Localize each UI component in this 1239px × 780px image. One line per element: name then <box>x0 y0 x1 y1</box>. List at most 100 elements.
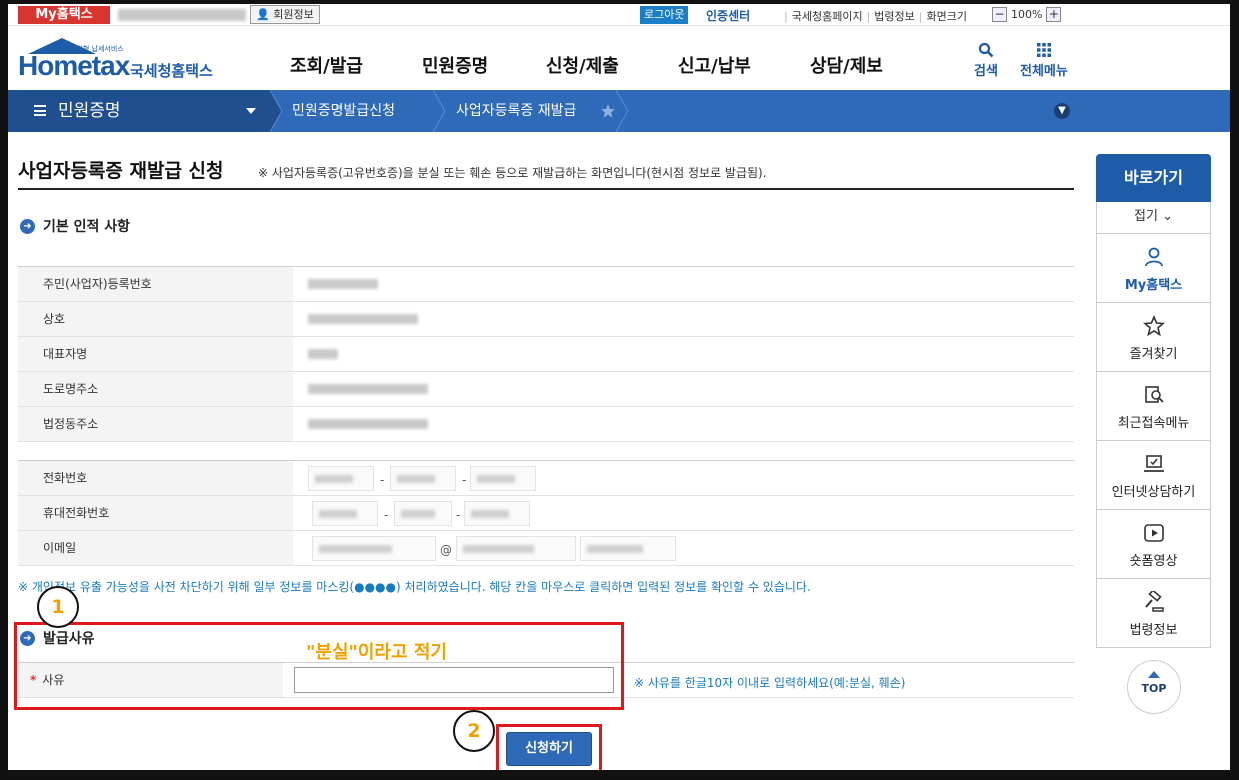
law-info-link[interactable]: 법령정보 <box>874 10 914 23</box>
annotation-step-1: 1 <box>37 586 79 628</box>
utility-links: | 국세청홈페이지 | 법령정보 | 화면크기 <box>784 10 967 23</box>
table-row: 도로명주소 <box>18 372 1074 407</box>
phone-part-3[interactable] <box>470 466 536 491</box>
gnb-consulting[interactable]: 상담/제보 <box>810 52 883 78</box>
table-row: 이메일 @ <box>18 531 1074 566</box>
logo-korean: 국세청홈택스 <box>130 62 213 80</box>
user-icon <box>1144 247 1163 267</box>
mobile-part-2[interactable] <box>394 501 452 526</box>
masked-value[interactable] <box>308 419 428 429</box>
mobile-part-3[interactable] <box>464 501 530 526</box>
chevron-down-icon: ⌄ <box>1162 209 1173 224</box>
email-domain-select[interactable] <box>580 536 676 561</box>
dash-separator: - <box>384 508 389 522</box>
zoom-level: 100% <box>1011 8 1043 21</box>
my-hometax-badge[interactable]: My홈택스 <box>18 6 110 24</box>
quick-recent-menu[interactable]: 최근접속메뉴 <box>1096 372 1211 441</box>
all-menu-button[interactable]: 전체메뉴 <box>1020 42 1068 79</box>
search-icon <box>978 42 994 58</box>
cert-center-link[interactable]: 인증센터 <box>706 7 750 24</box>
zoom-control: − 100% + <box>992 7 1062 22</box>
recent-search-icon <box>1144 386 1164 403</box>
browser-page: My홈택스 👤 회원정보 로그아웃 인증센터 | 국세청홈페이지 | 법령정보 | 화면크… <box>8 4 1230 770</box>
logo-wordmark: Hometax <box>18 50 130 81</box>
page-title: 사업자등록증 재발급 신청 <box>18 160 224 182</box>
breadcrumb-certificate-issue[interactable]: 민원증명발급신청 <box>292 90 395 132</box>
table-row: 대표자명 <box>18 337 1074 372</box>
quick-menu-title: 바로가기 <box>1096 154 1211 202</box>
fold-label: 접기 <box>1134 209 1158 224</box>
gnb-report-payment[interactable]: 신고/납부 <box>678 52 751 78</box>
row-label: 법정동주소 <box>18 407 293 441</box>
quick-item-label: 인터넷상담하기 <box>1111 485 1196 500</box>
play-icon <box>1143 524 1164 542</box>
gavel-icon <box>1144 591 1164 612</box>
gnb-certificates[interactable]: 민원증명 <box>422 52 488 78</box>
quick-item-label: 법령정보 <box>1129 623 1178 638</box>
masked-value[interactable] <box>308 384 428 394</box>
gnb-application[interactable]: 신청/제출 <box>546 52 619 78</box>
quick-internet-consult[interactable]: 인터넷상담하기 <box>1096 441 1211 510</box>
reason-hint: ※ 사유를 한글10자 이내로 입력하세요(예:분실, 훼손) <box>634 676 906 690</box>
nav-expand-icon[interactable]: ▼ <box>1054 103 1070 119</box>
masked-value[interactable] <box>308 314 418 324</box>
breadcrumb-separator-icon <box>270 90 283 132</box>
gnb-inquiry[interactable]: 조회/발급 <box>290 52 363 78</box>
phone-part-1[interactable] <box>308 466 374 491</box>
arrow-circle-icon: ➜ <box>20 218 35 234</box>
row-label: 이메일 <box>18 531 293 565</box>
zoom-out-button[interactable]: − <box>992 7 1007 22</box>
table-row: 전화번호 - - <box>18 461 1074 496</box>
annotation-box-reason <box>14 622 624 710</box>
grid-menu-icon <box>1036 43 1051 57</box>
masked-user-name <box>118 9 246 21</box>
table-row: 휴대전화번호 - - <box>18 496 1074 531</box>
screen-size-label: 화면크기 <box>926 10 967 23</box>
row-label: 상호 <box>18 302 293 336</box>
quick-item-label: 숏폼영상 <box>1129 554 1178 569</box>
quick-short-video[interactable]: 숏폼영상 <box>1096 510 1211 579</box>
annotation-instruction: "분실"이라고 적기 <box>306 642 447 663</box>
email-domain-field[interactable] <box>456 536 576 561</box>
breadcrumb-separator-icon <box>433 90 446 132</box>
zoom-in-button[interactable]: + <box>1046 7 1062 22</box>
masked-value[interactable] <box>308 279 378 289</box>
table-row: 법정동주소 <box>18 407 1074 442</box>
breadcrumb-business-reissue[interactable]: 사업자등록증 재발급 <box>456 90 576 132</box>
member-info-button[interactable]: 👤 회원정보 <box>250 5 320 24</box>
at-separator: @ <box>440 543 452 557</box>
quick-my-hometax[interactable]: My홈택스 <box>1096 234 1211 303</box>
quick-favorites[interactable]: 즐겨찾기 <box>1096 303 1211 372</box>
quick-menu-fold-button[interactable]: 접기 ⌄ <box>1096 202 1211 234</box>
quick-law-info[interactable]: 법령정보 <box>1096 579 1211 648</box>
page-description: ※ 사업자등록증(고유번호증)을 분실 또는 훼손 등으로 재발급하는 화면입니… <box>258 166 767 180</box>
masking-notice: ※ 개인정보 유출 가능성을 사전 차단하기 위해 일부 정보를 마스킹(●●●… <box>18 580 811 594</box>
search-label: 검색 <box>974 64 998 79</box>
all-menu-label: 전체메뉴 <box>1020 64 1068 79</box>
table-row: 주민(사업자)등록번호 <box>18 267 1074 302</box>
email-id-field[interactable] <box>312 536 436 561</box>
logout-button[interactable]: 로그아웃 <box>640 6 689 24</box>
basic-info-title-text: 기본 인적 사항 <box>43 219 131 235</box>
nav-menu-dropdown[interactable]: 민원증명 <box>8 90 270 132</box>
search-button[interactable]: 검색 <box>974 42 998 79</box>
phone-part-2[interactable] <box>390 466 456 491</box>
basic-info-section-title: ➜ 기본 인적 사항 <box>20 216 130 236</box>
arrow-up-icon <box>1148 671 1160 678</box>
quick-item-label: My홈택스 <box>1124 278 1183 293</box>
breadcrumb-separator-icon <box>616 90 629 132</box>
scroll-top-button[interactable]: TOP <box>1127 660 1181 714</box>
favorite-star-icon[interactable] <box>600 103 616 119</box>
quick-menu-panel: 바로가기 접기 ⌄ My홈택스 즐겨찾기 최근접속메뉴 인터넷상담하기 숏폼영상… <box>1096 154 1211 648</box>
dash-separator: - <box>462 473 467 487</box>
nts-homepage-link[interactable]: 국세청홈페이지 <box>792 10 863 23</box>
hometax-logo[interactable]: 민원형 납세서비스 Hometax 국세청홈택스 <box>18 36 218 82</box>
contact-info-table: 전화번호 - - 휴대전화번호 - - 이메일 @ <box>18 460 1074 566</box>
dash-separator: - <box>456 508 461 522</box>
basic-info-table: 주민(사업자)등록번호 상호 대표자명 도로명주소 법정동주소 <box>18 266 1074 442</box>
masked-value[interactable] <box>308 349 338 359</box>
site-header: 민원형 납세서비스 Hometax 국세청홈택스 조회/발급 민원증명 신청/제… <box>8 26 1230 88</box>
mobile-part-1[interactable] <box>312 501 378 526</box>
title-divider <box>18 188 1074 190</box>
row-label: 주민(사업자)등록번호 <box>18 267 293 301</box>
